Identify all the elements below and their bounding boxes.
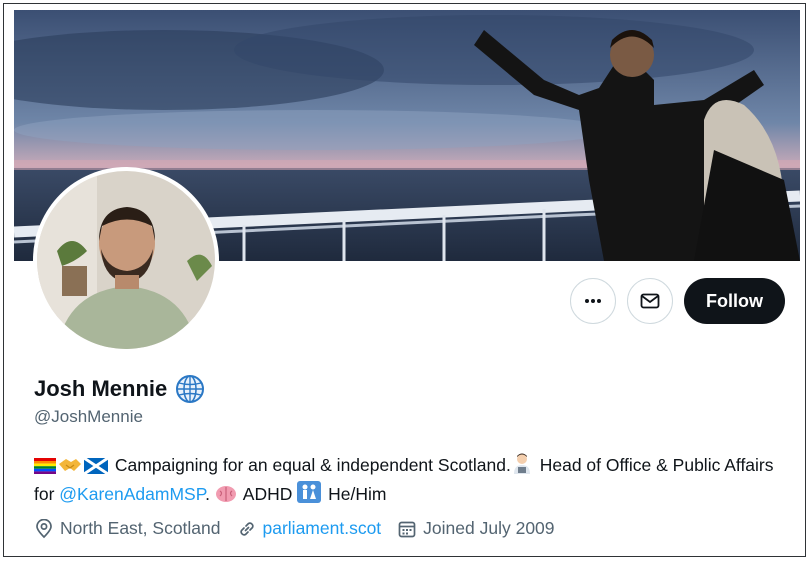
joined-item: Joined July 2009 — [397, 518, 555, 539]
mail-icon — [640, 293, 660, 309]
bio-text-1: Campaigning for an equal & independent S… — [114, 455, 511, 475]
website-item: parliament.scot — [237, 518, 382, 539]
profile-avatar[interactable] — [33, 167, 219, 353]
brain-emoji — [215, 484, 237, 510]
joined-text: Joined July 2009 — [423, 518, 555, 538]
message-button[interactable] — [627, 278, 673, 324]
more-icon — [585, 299, 601, 303]
office-worker-emoji — [511, 452, 533, 481]
bio-text-5: He/Him — [323, 484, 387, 504]
scotland-flag-emoji — [83, 455, 109, 481]
link-icon — [239, 521, 254, 536]
profile-actions: Follow — [570, 278, 785, 324]
handshake-emoji — [58, 455, 82, 481]
globe-icon[interactable] — [175, 374, 205, 404]
rainbow-flag-emoji — [34, 455, 56, 481]
location-text: North East, Scotland — [60, 518, 221, 538]
profile-name-row: Josh Mennie — [34, 374, 205, 404]
profile-handle: @JoshMennie — [34, 407, 143, 426]
location-pin-icon — [36, 518, 52, 538]
location-item: North East, Scotland — [34, 518, 221, 539]
website-link[interactable]: parliament.scot — [263, 518, 382, 539]
bio-text-4: ADHD — [238, 484, 298, 504]
more-options-button[interactable] — [570, 278, 616, 324]
family-emoji — [297, 481, 322, 510]
profile-bio: Campaigning for an equal & independent S… — [34, 452, 774, 510]
follow-button[interactable]: Follow — [684, 278, 785, 324]
bio-text-3: . — [205, 484, 215, 504]
profile-meta: North East, Scotland parliament.scot Joi… — [34, 518, 555, 539]
calendar-icon — [398, 521, 416, 537]
profile-card: Follow Josh Mennie @JoshMennie Campaigni… — [3, 3, 806, 557]
bio-mention-link[interactable]: @KarenAdamMSP — [59, 484, 205, 504]
profile-name: Josh Mennie — [34, 376, 168, 401]
